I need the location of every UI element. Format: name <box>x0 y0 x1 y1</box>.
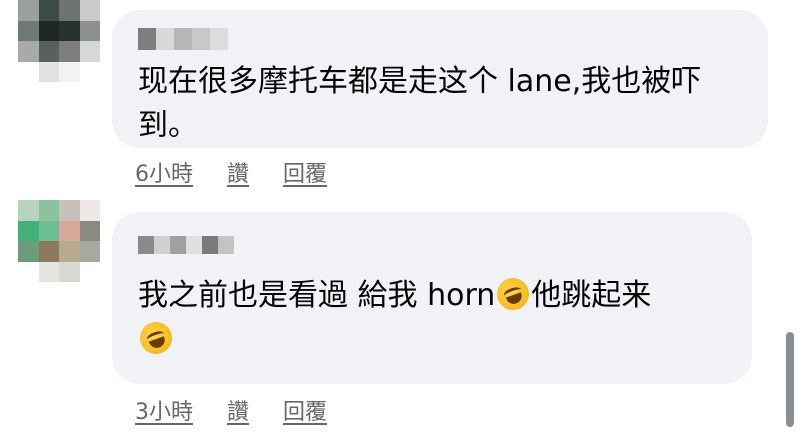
comment-bubble-1: 现在很多摩托车都是走这个 lane,我也被吓到。 <box>112 10 768 148</box>
comment-timestamp-1[interactable]: 6小時 <box>135 156 193 188</box>
comment-text-2: 我之前也是看過 給我 horn 他跳起来 <box>135 273 732 362</box>
comment-text-2-tail: 他跳起来 <box>531 278 652 313</box>
scrollbar-thumb[interactable] <box>786 332 794 427</box>
reply-button-1[interactable]: 回覆 <box>283 156 327 188</box>
like-button-1[interactable]: 讚 <box>227 156 249 188</box>
comment-text-1: 现在很多摩托车都是走这个 lane,我也被吓到。 <box>138 64 702 143</box>
commenter-avatar-2[interactable] <box>18 200 100 282</box>
comment-actions-1: 6小時 讚 回覆 <box>135 156 327 188</box>
commenter-name-2[interactable] <box>138 236 234 254</box>
comment-text-2-main: 我之前也是看過 給我 horn <box>138 278 496 313</box>
comment-timestamp-2[interactable]: 3小時 <box>135 394 193 426</box>
reply-button-2[interactable]: 回覆 <box>283 394 327 426</box>
rolling-laughing-emoji-icon <box>492 273 534 315</box>
like-button-2[interactable]: 讚 <box>227 394 249 426</box>
commenter-name-1[interactable] <box>138 28 228 50</box>
rolling-laughing-emoji-icon <box>135 317 177 359</box>
comment-actions-2: 3小時 讚 回覆 <box>135 394 327 426</box>
commenter-avatar-1[interactable] <box>18 0 100 82</box>
comment-bubble-2: 我之前也是看過 給我 horn 他跳起来 <box>112 212 752 384</box>
